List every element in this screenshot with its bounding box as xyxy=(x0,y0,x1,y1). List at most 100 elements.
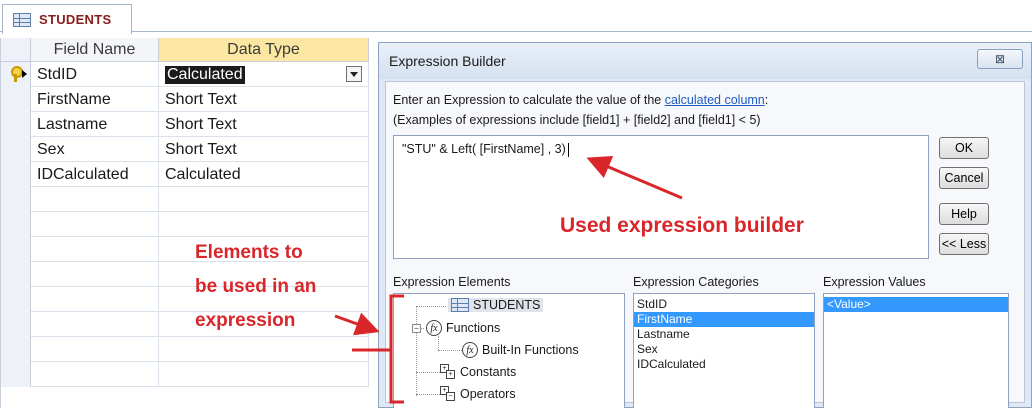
function-icon: fx xyxy=(426,320,442,336)
field-name-cell[interactable] xyxy=(31,262,159,287)
field-name-cell[interactable] xyxy=(31,362,159,387)
field-name-cell[interactable] xyxy=(31,212,159,237)
less-button[interactable]: << Less xyxy=(939,233,989,255)
dialog-title: Expression Builder xyxy=(389,53,506,69)
expression-elements-tree[interactable]: STUDENTS − fx Functions fx Built-In Func… xyxy=(393,293,625,408)
help-button[interactable]: Help xyxy=(939,203,989,225)
empty-row[interactable] xyxy=(1,212,369,237)
field-name-cell[interactable]: Sex xyxy=(31,137,159,162)
chevron-down-icon[interactable] xyxy=(346,66,362,82)
table-icon xyxy=(451,298,469,312)
empty-row[interactable] xyxy=(1,337,369,362)
expression-categories-label: Expression Categories xyxy=(633,275,759,289)
table-row[interactable]: IDCalculated Calculated xyxy=(1,162,369,187)
row-selector[interactable] xyxy=(1,87,31,112)
dialog-titlebar[interactable]: Expression Builder ⊠ xyxy=(379,43,1031,79)
row-selector[interactable] xyxy=(1,62,31,87)
row-selector[interactable] xyxy=(1,237,31,262)
row-selector[interactable] xyxy=(1,162,31,187)
tree-item-students[interactable]: STUDENTS xyxy=(448,298,544,312)
expression-values-label: Expression Values xyxy=(823,275,926,289)
instruction-text: Enter an Expression to calculate the val… xyxy=(393,93,768,107)
row-selector[interactable] xyxy=(1,287,31,312)
list-item[interactable]: IDCalculated xyxy=(634,357,814,372)
tree-line xyxy=(416,372,440,373)
row-selector[interactable] xyxy=(1,362,31,387)
instruction-prefix: Enter an Expression to calculate the val… xyxy=(393,93,665,107)
row-selector[interactable] xyxy=(1,337,31,362)
expression-categories-list[interactable]: StdID FirstName Lastname Sex IDCalculate… xyxy=(633,293,815,408)
tree-item-constants[interactable]: + + Constants xyxy=(440,364,516,380)
data-type-cell[interactable] xyxy=(159,212,369,237)
tree-item-functions[interactable]: fx Functions xyxy=(426,320,500,336)
row-selector[interactable] xyxy=(1,137,31,162)
data-type-cell[interactable]: Short Text xyxy=(159,87,369,112)
data-type-header: Data Type xyxy=(159,38,369,62)
empty-row[interactable] xyxy=(1,187,369,212)
field-name-cell[interactable]: Lastname xyxy=(31,112,159,137)
field-name-cell[interactable]: StdID xyxy=(31,62,159,87)
expression-elements-label: Expression Elements xyxy=(393,275,511,289)
table-design-grid: Field Name Data Type StdID Calculated Fi… xyxy=(0,38,369,408)
list-item-selected[interactable]: FirstName xyxy=(634,312,814,327)
field-name-cell[interactable]: IDCalculated xyxy=(31,162,159,187)
row-selector[interactable] xyxy=(1,212,31,237)
row-selector[interactable] xyxy=(1,187,31,212)
list-item[interactable]: Lastname xyxy=(634,327,814,342)
current-row-arrow-icon xyxy=(22,70,27,78)
tab-students[interactable]: STUDENTS xyxy=(2,4,133,34)
table-row[interactable]: Lastname Short Text xyxy=(1,112,369,137)
table-row[interactable]: Sex Short Text xyxy=(1,137,369,162)
data-type-cell[interactable] xyxy=(159,362,369,387)
list-item-selected[interactable]: <Value> xyxy=(824,297,1008,312)
instruction-suffix: : xyxy=(764,93,769,107)
list-item[interactable]: Sex xyxy=(634,342,814,357)
table-row[interactable]: FirstName Short Text xyxy=(1,87,369,112)
grid-corner[interactable] xyxy=(1,38,31,62)
empty-row[interactable] xyxy=(1,362,369,387)
field-name-cell[interactable] xyxy=(31,312,159,337)
calculated-column-link[interactable]: calculated column xyxy=(665,93,765,107)
expression-input[interactable]: "STU" & Left( [FirstName] , 3) xyxy=(393,135,929,259)
tree-line xyxy=(416,394,440,395)
close-button[interactable]: ⊠ xyxy=(977,49,1023,69)
close-icon: ⊠ xyxy=(994,52,1006,66)
tree-item-built-in-functions[interactable]: fx Built-In Functions xyxy=(462,342,579,358)
expression-values-list[interactable]: <Value> xyxy=(823,293,1009,408)
data-type-cell[interactable] xyxy=(159,187,369,212)
grid-rows: StdID Calculated FirstName Short Text La… xyxy=(1,62,369,387)
data-type-cell[interactable] xyxy=(159,337,369,362)
tree-line xyxy=(438,350,462,351)
tab-label: STUDENTS xyxy=(39,12,112,27)
list-item[interactable]: StdID xyxy=(634,297,814,312)
grid-header: Field Name Data Type xyxy=(1,38,369,62)
row-selector[interactable] xyxy=(1,262,31,287)
field-name-cell[interactable] xyxy=(31,287,159,312)
constants-icon: + + xyxy=(440,364,456,380)
tree-line xyxy=(416,306,417,396)
ok-button[interactable]: OK xyxy=(939,137,989,159)
field-name-cell[interactable] xyxy=(31,337,159,362)
data-type-cell[interactable]: Short Text xyxy=(159,112,369,137)
tree-item-label: STUDENTS xyxy=(473,298,541,312)
table-row[interactable]: StdID Calculated xyxy=(1,62,369,87)
field-name-cell[interactable]: FirstName xyxy=(31,87,159,112)
data-type-cell[interactable]: Calculated xyxy=(159,162,369,187)
tree-item-operators[interactable]: + − Operators xyxy=(440,386,516,402)
field-name-cell[interactable] xyxy=(31,187,159,212)
row-selector[interactable] xyxy=(1,112,31,137)
instruction-examples: (Examples of expressions include [field1… xyxy=(393,113,761,127)
collapse-icon[interactable]: − xyxy=(412,324,421,333)
primary-key-icon xyxy=(11,66,23,82)
data-type-select[interactable]: Calculated xyxy=(159,62,369,87)
operators-icon: + − xyxy=(440,386,456,402)
tree-item-label: Built-In Functions xyxy=(482,343,579,357)
annotation-line: Elements to xyxy=(195,242,303,263)
text-caret xyxy=(567,142,569,157)
data-type-cell[interactable]: Short Text xyxy=(159,137,369,162)
row-selector[interactable] xyxy=(1,312,31,337)
tree-line xyxy=(438,336,439,350)
field-name-cell[interactable] xyxy=(31,237,159,262)
table-icon xyxy=(13,12,31,27)
cancel-button[interactable]: Cancel xyxy=(939,167,989,189)
